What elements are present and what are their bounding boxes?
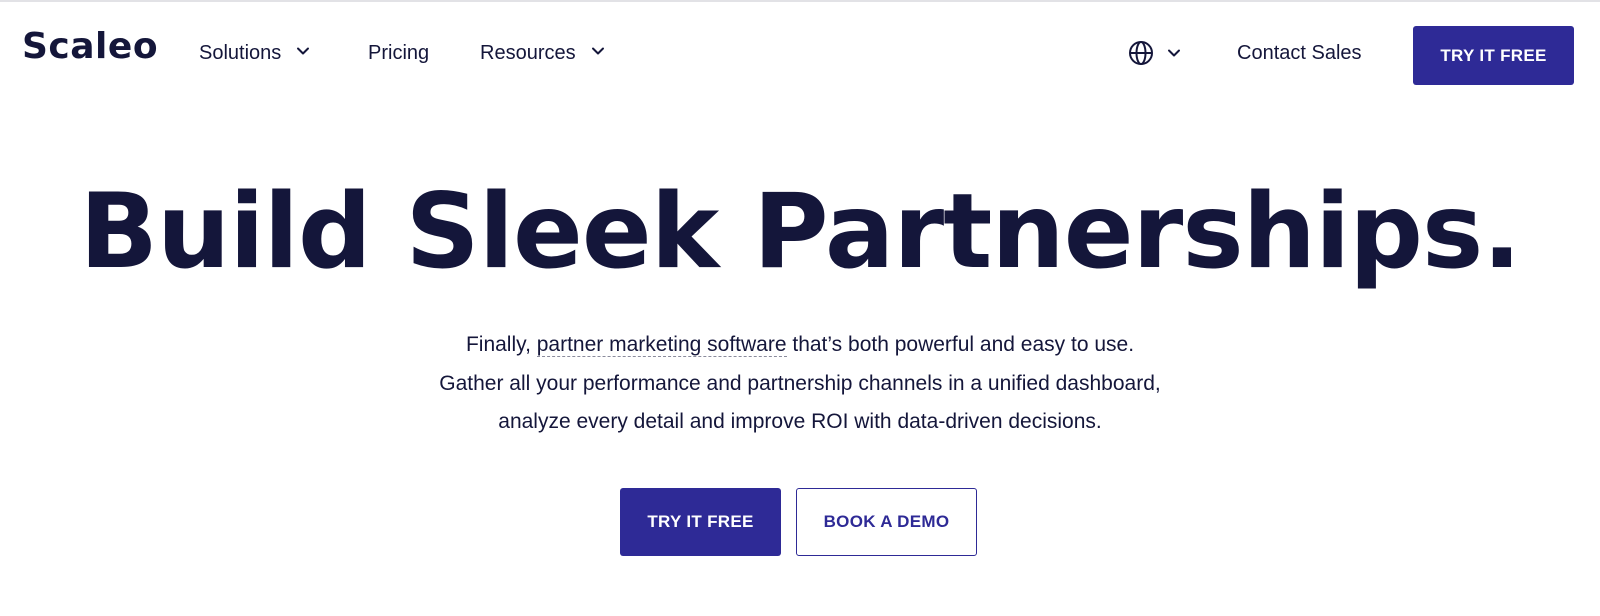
hero-description-line-2: Gather all your performance and partners… [439, 371, 1161, 395]
hero-description-line-1: Finally, partner marketing software that… [0, 326, 1600, 365]
try-it-free-header-button[interactable]: TRY IT FREE [1413, 26, 1574, 85]
hero-description: Finally, partner marketing software that… [0, 326, 1600, 442]
nav-pricing[interactable]: Pricing [368, 42, 429, 65]
language-selector[interactable] [1128, 40, 1182, 66]
hero-title: Build Sleek Partnerships. [79, 172, 1522, 292]
nav-solutions-label: Solutions [199, 42, 282, 64]
hero-line1-suffix: that’s both powerful and easy to use. [786, 333, 1135, 356]
book-a-demo-button[interactable]: BOOK A DEMO [796, 488, 977, 556]
nav-resources[interactable]: Resources [480, 42, 606, 65]
partner-marketing-software-link[interactable]: partner marketing software [536, 333, 787, 357]
nav-pricing-label: Pricing [368, 42, 430, 64]
nav-resources-label: Resources [480, 42, 576, 64]
try-it-free-button[interactable]: TRY IT FREE [620, 488, 781, 556]
contact-sales-link[interactable]: Contact Sales [1237, 42, 1362, 65]
hero-line1-prefix: Finally, [465, 333, 537, 356]
nav-solutions[interactable]: Solutions [199, 42, 311, 65]
hero-description-line-3: analyze every detail and improve ROI wit… [498, 410, 1102, 433]
globe-icon [1128, 40, 1154, 66]
chevron-down-icon [590, 42, 606, 65]
chevron-down-icon [295, 42, 311, 65]
logo[interactable]: Scaleo [22, 26, 158, 67]
chevron-down-icon [1166, 45, 1182, 61]
top-navigation: Scaleo Solutions Pricing Resources Conta… [0, 2, 1600, 106]
